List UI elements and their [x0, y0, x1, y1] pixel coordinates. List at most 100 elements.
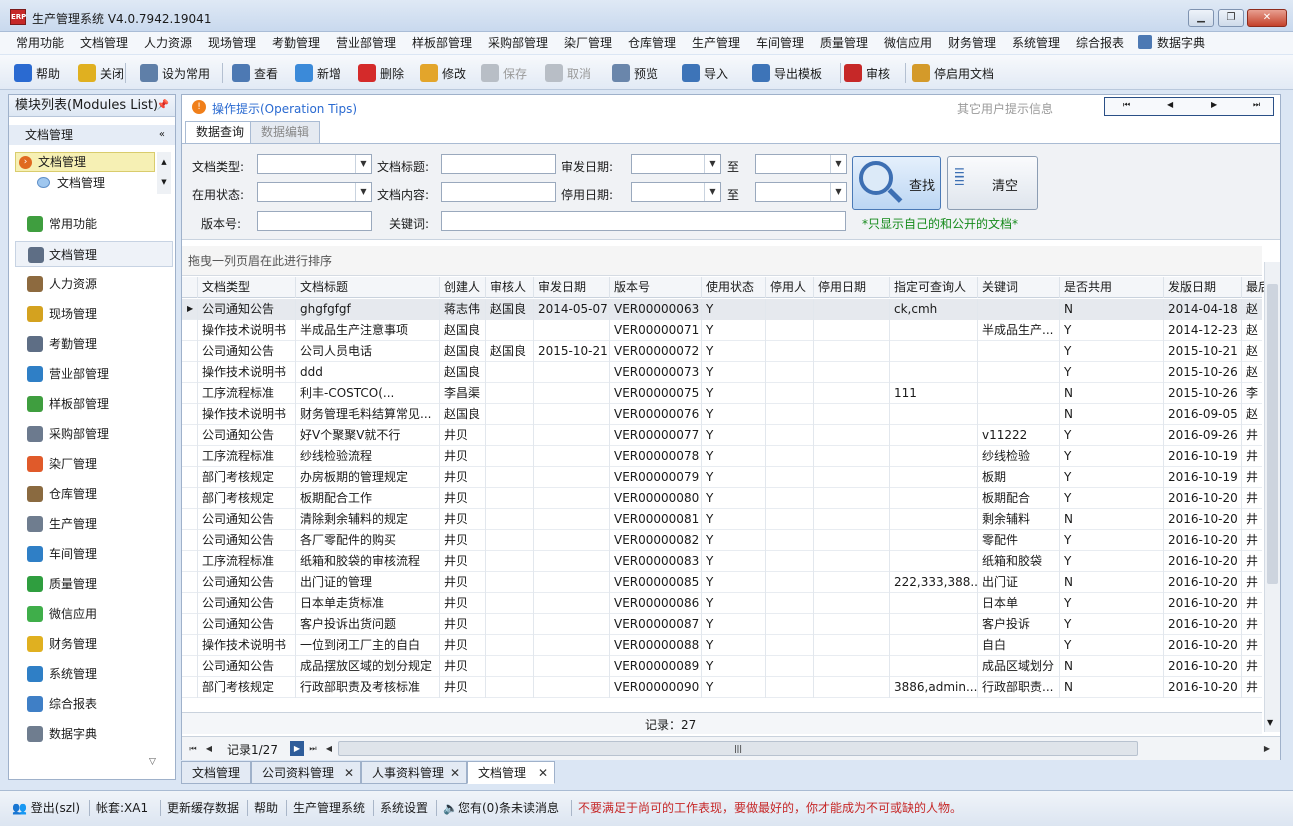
table-row[interactable]: 公司通知公告 好V个聚聚V就不行 井贝 VER00000077 Yv11222 Y 2016… [182, 425, 1262, 446]
column-header[interactable]: 停用人 [766, 277, 814, 298]
menu-item-17[interactable]: 数据字典 [1138, 34, 1205, 52]
table-row[interactable]: 操作技术说明书 一位到闭工厂主的自白 井贝 VER00000088 Y 自白 Y 2016-1… [182, 635, 1262, 656]
collapse-icon[interactable]: « [159, 125, 165, 145]
last-record-icon[interactable]: ⏭ [306, 741, 320, 756]
toolbar-button-9[interactable]: 预览 [612, 61, 658, 85]
prev-tip-icon[interactable]: ◀ [1167, 100, 1173, 109]
nav-list[interactable]: 采购部管理 [15, 421, 173, 447]
next-tip-icon[interactable]: ▶ [1211, 100, 1217, 109]
table-row[interactable]: 公司通知公告 清除剩余辅料的规定 井贝 VER00000081 Y 剩余辅料 N 2016-1… [182, 509, 1262, 530]
column-header[interactable]: 文档类型 [198, 277, 296, 298]
toolbar-button-4[interactable]: 新增 [295, 61, 341, 85]
column-header[interactable]: 审核人 [486, 277, 534, 298]
nav-bar-chart[interactable]: 综合报表 [15, 691, 173, 717]
column-header[interactable]: 使用状态 [702, 277, 766, 298]
doc-tab-2[interactable]: 人事资料管理 ✕ [361, 761, 467, 784]
column-header[interactable]: 停用日期 [814, 277, 890, 298]
menu-item-7[interactable]: 采购部管理 [488, 34, 548, 52]
close-window-button[interactable]: ✕ [1247, 9, 1287, 27]
doc-type-select[interactable]: ▼ [257, 154, 372, 174]
column-header[interactable]: 创建人 [440, 277, 486, 298]
nav-flag[interactable]: 质量管理 [15, 571, 173, 597]
doc-title-input[interactable] [441, 154, 556, 174]
menu-item-8[interactable]: 染厂管理 [564, 34, 612, 52]
table-row[interactable]: 操作技术说明书 ddd 赵国良 VER00000073 Y Y 2015-10-26 赵 [182, 362, 1262, 383]
nav-globe[interactable]: 营业部管理 [15, 361, 173, 387]
table-row[interactable]: 操作技术说明书 财务管理毛料结算常见... 赵国良 VER00000076 Y N 2016… [182, 404, 1262, 425]
toolbar-button-1[interactable]: 关闭 [78, 61, 124, 85]
column-header[interactable]: 文档标题 [296, 277, 440, 298]
nav-book[interactable]: 数据字典 [15, 721, 173, 747]
table-row[interactable]: 公司通知公告 公司人员电话 赵国良 赵国良 2015-10-21 VER00000072 Y… [182, 341, 1262, 362]
version-input[interactable] [257, 211, 372, 231]
stop-date-from[interactable]: ▼ [631, 182, 721, 202]
minimize-button[interactable]: ▁ [1188, 9, 1214, 27]
close-icon[interactable]: ✕ [344, 762, 354, 784]
issue-date-to[interactable]: ▼ [755, 154, 847, 174]
nav-wrench[interactable]: 生产管理 [15, 511, 173, 537]
nav-org[interactable]: 车间管理 [15, 541, 173, 567]
menu-item-14[interactable]: 财务管理 [948, 34, 996, 52]
tree-item[interactable]: 文档管理 [33, 173, 163, 193]
clear-button[interactable]: ☰ ☰ 清空 [947, 156, 1038, 210]
nav-people[interactable]: 人力资源 [15, 271, 173, 297]
table-row[interactable]: 部门考核规定 行政部职责及考核标准 井贝 VER00000090 Y 3886,admin… [182, 677, 1262, 698]
table-row[interactable]: 部门考核规定 办房板期的管理规定 井贝 VER00000079 Y 板期 Y 2016-10-… [182, 467, 1262, 488]
menu-item-12[interactable]: 质量管理 [820, 34, 868, 52]
toolbar-button-2[interactable]: 设为常用 [140, 61, 210, 85]
refresh-cache-button[interactable]: 更新缓存数据 [167, 797, 239, 819]
column-header[interactable]: 发版日期 [1164, 277, 1242, 298]
find-button[interactable]: 查找 [852, 156, 941, 210]
scroll-down-icon[interactable]: ▽ [149, 757, 156, 767]
table-row[interactable]: 操作技术说明书 半成品生产注意事项 赵国良 VER00000071 Y 半成品生产... Y… [182, 320, 1262, 341]
close-icon[interactable]: ✕ [450, 762, 460, 784]
menu-item-0[interactable]: 常用功能 [16, 34, 64, 52]
nav-pie[interactable]: 染厂管理 [15, 451, 173, 477]
menu-item-3[interactable]: 现场管理 [208, 34, 256, 52]
toolbar-button-6[interactable]: 修改 [420, 61, 466, 85]
nav-document[interactable]: 文档管理 [15, 241, 173, 267]
nav-tools[interactable]: 系统管理 [15, 661, 173, 687]
help-link[interactable]: 帮助 [254, 797, 278, 819]
menu-item-11[interactable]: 车间管理 [756, 34, 804, 52]
horizontal-scroll-thumb[interactable]: ||| [338, 741, 1138, 756]
toolbar-button-3[interactable]: 查看 [232, 61, 278, 85]
table-row[interactable]: 工序流程标准 纱线检验流程 井贝 VER00000078 Y 纱线检验 Y 2016-10-1… [182, 446, 1262, 467]
prev-record-icon[interactable]: ◀ [202, 741, 216, 756]
column-header[interactable]: 关键词 [978, 277, 1060, 298]
toolbar-button-5[interactable]: 删除 [358, 61, 404, 85]
nav-shield[interactable]: 财务管理 [15, 631, 173, 657]
close-icon[interactable]: ✕ [538, 762, 548, 784]
table-row[interactable]: 工序流程标准 纸箱和胶袋的审核流程 井贝 VER00000083 Y 纸箱和胶袋 Y 2016… [182, 551, 1262, 572]
menu-item-5[interactable]: 营业部管理 [336, 34, 396, 52]
toolbar-button-11[interactable]: 导出模板 [752, 61, 822, 85]
column-header[interactable]: 是否共用 [1060, 277, 1164, 298]
doc-content-input[interactable] [441, 182, 556, 202]
system-link[interactable]: 生产管理系统 [293, 797, 365, 819]
column-header[interactable]: 审发日期 [534, 277, 610, 298]
menu-item-15[interactable]: 系统管理 [1012, 34, 1060, 52]
pin-icon[interactable]: 📌 [157, 95, 169, 116]
tree-scrollbar[interactable]: ▲ ▼ [157, 152, 171, 194]
menu-item-13[interactable]: 微信应用 [884, 34, 932, 52]
doc-tab-1[interactable]: 公司资料管理 ✕ [251, 761, 361, 784]
tab-data-edit[interactable]: 数据编辑 [250, 121, 321, 143]
first-record-icon[interactable]: ⏮ [186, 741, 200, 756]
nav-common[interactable]: 常用功能 [15, 211, 173, 237]
menu-item-4[interactable]: 考勤管理 [272, 34, 320, 52]
last-tip-icon[interactable]: ⏭ [1253, 100, 1260, 110]
issue-date-from[interactable]: ▼ [631, 154, 721, 174]
table-row[interactable]: 公司通知公告 出门证的管理 井贝 VER00000085 Y 222,333,388...… [182, 572, 1262, 593]
column-header[interactable]: 版本号 [610, 277, 702, 298]
toolbar-button-13[interactable]: 停启用文档 [912, 61, 994, 85]
messages-link[interactable]: 🔈您有(0)条未读消息 [443, 797, 559, 819]
grid-vertical-scrollbar[interactable]: ▼ [1264, 262, 1280, 732]
menu-item-2[interactable]: 人力资源 [144, 34, 192, 52]
scroll-down-arrow-icon[interactable]: ▼ [1267, 718, 1273, 727]
first-tip-icon[interactable]: ⏮ [1123, 100, 1130, 110]
maximize-button[interactable]: ❐ [1218, 9, 1244, 27]
table-row[interactable]: 公司通知公告 各厂零配件的购买 井贝 VER00000082 Y 零配件 Y 2016-10-… [182, 530, 1262, 551]
keyword-input[interactable] [441, 211, 846, 231]
status-select[interactable]: ▼ [257, 182, 372, 202]
toolbar-button-12[interactable]: 审核 [844, 61, 890, 85]
